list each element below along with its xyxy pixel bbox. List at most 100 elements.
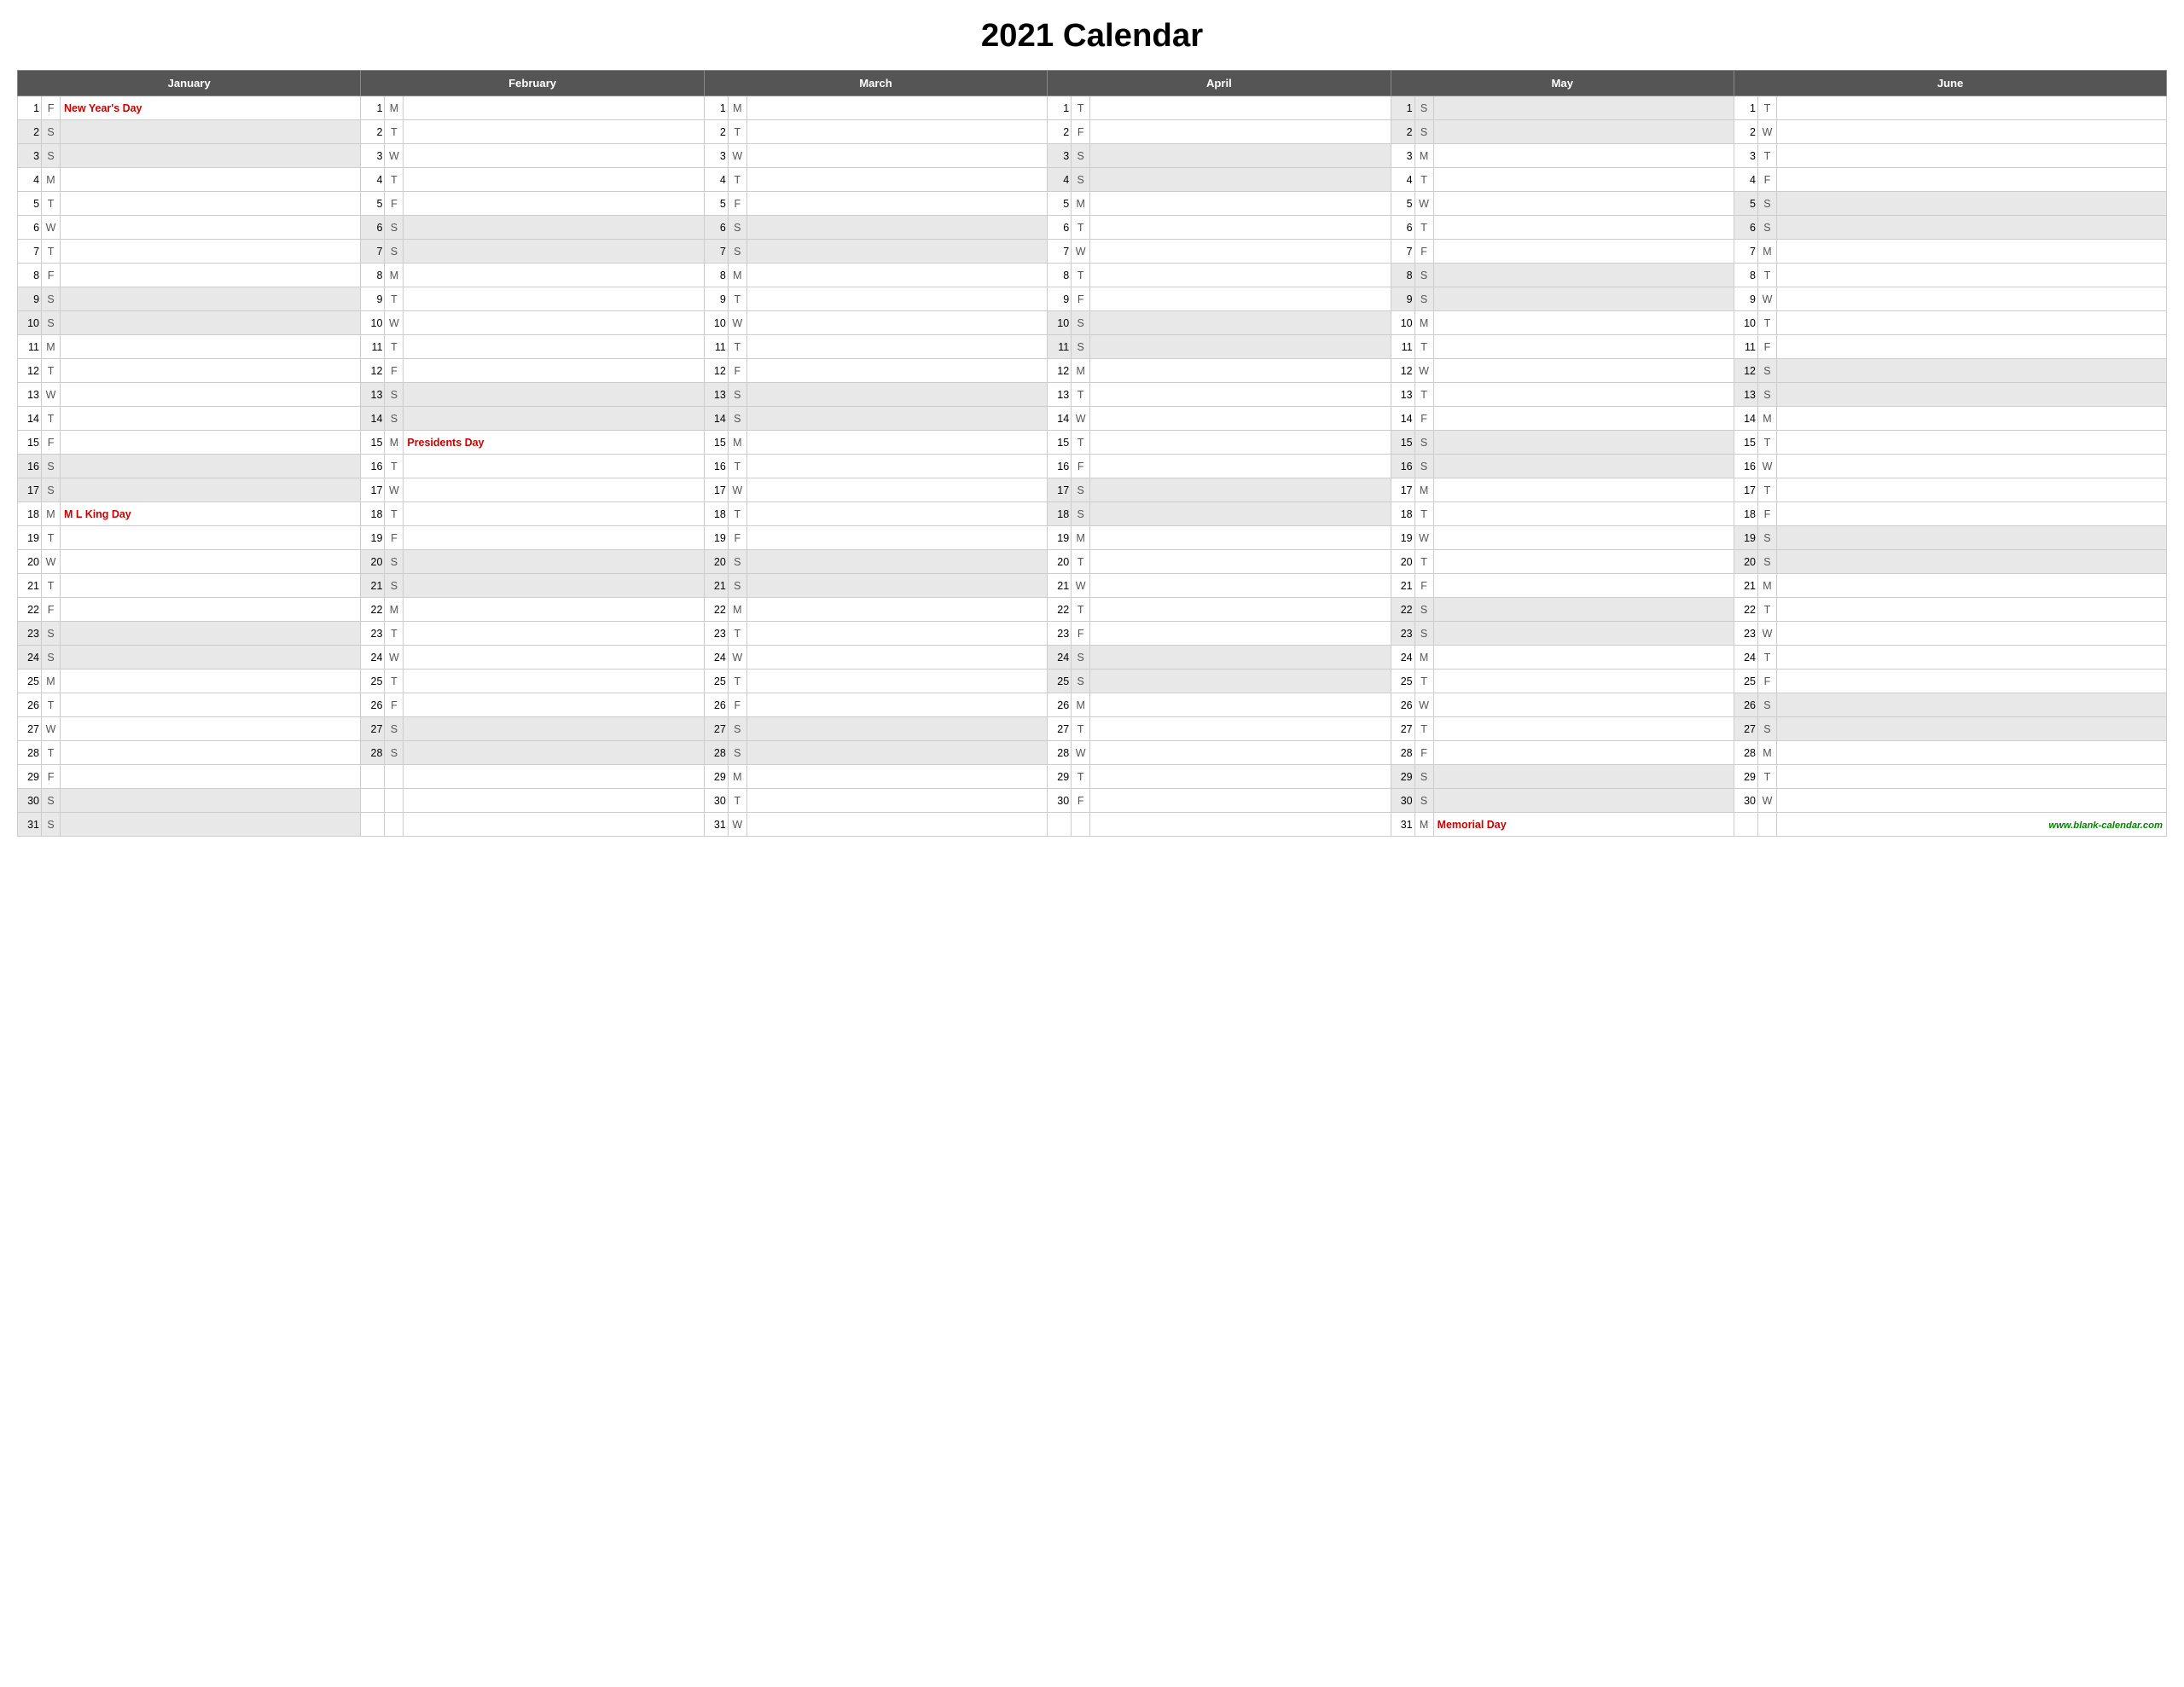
day-letter-mar-4: T [728, 168, 746, 192]
day-letter-jun-23: W [1757, 622, 1776, 646]
day-event-mar-12 [746, 359, 1047, 383]
day-event-mar-13 [746, 383, 1047, 407]
day-letter-may-10: M [1414, 311, 1433, 335]
day-letter-feb-6: S [385, 216, 404, 240]
day-event-jun-14 [1776, 407, 2166, 431]
day-letter-jun-1: T [1757, 96, 1776, 120]
day-event-apr-3 [1090, 144, 1391, 168]
day-num-mar-28: 28 [704, 741, 728, 765]
day-event-may-6 [1433, 216, 1734, 240]
day-letter-jun-4: F [1757, 168, 1776, 192]
day-num-may-27: 27 [1391, 717, 1414, 741]
day-event-jun-17 [1776, 478, 2166, 502]
day-event-jun-8 [1776, 264, 2166, 287]
day-letter-mar-16: T [728, 455, 746, 478]
day-num-jun-7: 7 [1734, 240, 1757, 264]
day-event-may-10 [1433, 311, 1734, 335]
day-num-apr-11: 11 [1048, 335, 1072, 359]
day-num-jun-15: 15 [1734, 431, 1757, 455]
day-num-apr-19: 19 [1048, 526, 1072, 550]
day-event-feb-7 [404, 240, 704, 264]
day-letter-jan-25: M [42, 670, 61, 693]
day-num-mar-25: 25 [704, 670, 728, 693]
day-letter-jun-31 [1757, 813, 1776, 837]
day-letter-feb-25: T [385, 670, 404, 693]
day-event-feb-12 [404, 359, 704, 383]
day-event-apr-12 [1090, 359, 1391, 383]
day-letter-may-27: T [1414, 717, 1433, 741]
day-event-jan-8 [61, 264, 361, 287]
day-num-apr-9: 9 [1048, 287, 1072, 311]
day-num-apr-1: 1 [1048, 96, 1072, 120]
day-letter-feb-8: M [385, 264, 404, 287]
day-event-may-18 [1433, 502, 1734, 526]
day-letter-mar-21: S [728, 574, 746, 598]
day-num-jun-16: 16 [1734, 455, 1757, 478]
day-num-feb-24: 24 [361, 646, 385, 670]
day-event-jan-16 [61, 455, 361, 478]
day-num-feb-4: 4 [361, 168, 385, 192]
day-letter-jan-6: W [42, 216, 61, 240]
day-num-feb-19: 19 [361, 526, 385, 550]
day-letter-jan-29: F [42, 765, 61, 789]
day-letter-apr-11: S [1072, 335, 1090, 359]
day-letter-may-6: T [1414, 216, 1433, 240]
day-letter-mar-10: W [728, 311, 746, 335]
day-num-jun-25: 25 [1734, 670, 1757, 693]
day-event-feb-23 [404, 622, 704, 646]
day-num-may-23: 23 [1391, 622, 1414, 646]
day-event-may-23 [1433, 622, 1734, 646]
day-event-apr-29 [1090, 765, 1391, 789]
day-num-may-12: 12 [1391, 359, 1414, 383]
day-letter-apr-15: T [1072, 431, 1090, 455]
day-event-apr-21 [1090, 574, 1391, 598]
day-event-jun-26 [1776, 693, 2166, 717]
day-letter-feb-12: F [385, 359, 404, 383]
day-letter-may-8: S [1414, 264, 1433, 287]
day-num-jun-20: 20 [1734, 550, 1757, 574]
day-letter-may-24: M [1414, 646, 1433, 670]
day-letter-jun-16: W [1757, 455, 1776, 478]
day-num-mar-16: 16 [704, 455, 728, 478]
day-num-jan-27: 27 [18, 717, 42, 741]
day-event-apr-14 [1090, 407, 1391, 431]
day-letter-jun-8: T [1757, 264, 1776, 287]
day-event-may-9 [1433, 287, 1734, 311]
month-header-feb: February [361, 71, 704, 96]
day-letter-may-20: T [1414, 550, 1433, 574]
day-event-jan-1: New Year's Day [61, 96, 361, 120]
day-num-may-8: 8 [1391, 264, 1414, 287]
day-num-apr-20: 20 [1048, 550, 1072, 574]
day-event-apr-26 [1090, 693, 1391, 717]
day-num-apr-31 [1048, 813, 1072, 837]
day-num-jun-21: 21 [1734, 574, 1757, 598]
day-num-jan-11: 11 [18, 335, 42, 359]
day-num-feb-2: 2 [361, 120, 385, 144]
website-link: www.blank-calendar.com [2048, 820, 2163, 831]
day-num-mar-22: 22 [704, 598, 728, 622]
day-letter-jan-4: M [42, 168, 61, 192]
day-letter-mar-11: T [728, 335, 746, 359]
day-letter-apr-1: T [1072, 96, 1090, 120]
day-letter-jun-24: T [1757, 646, 1776, 670]
day-event-may-15 [1433, 431, 1734, 455]
day-event-may-13 [1433, 383, 1734, 407]
day-num-feb-28: 28 [361, 741, 385, 765]
day-letter-apr-4: S [1072, 168, 1090, 192]
day-num-jun-23: 23 [1734, 622, 1757, 646]
day-letter-mar-14: S [728, 407, 746, 431]
day-event-feb-28 [404, 741, 704, 765]
day-num-jan-17: 17 [18, 478, 42, 502]
day-letter-apr-25: S [1072, 670, 1090, 693]
day-num-apr-12: 12 [1048, 359, 1072, 383]
day-letter-may-31: M [1414, 813, 1433, 837]
day-num-mar-30: 30 [704, 789, 728, 813]
day-letter-feb-19: F [385, 526, 404, 550]
day-letter-feb-21: S [385, 574, 404, 598]
day-num-mar-27: 27 [704, 717, 728, 741]
day-letter-jan-9: S [42, 287, 61, 311]
day-event-jun-31: www.blank-calendar.com [1776, 813, 2166, 837]
day-num-jan-1: 1 [18, 96, 42, 120]
day-event-jan-30 [61, 789, 361, 813]
day-letter-jan-3: S [42, 144, 61, 168]
